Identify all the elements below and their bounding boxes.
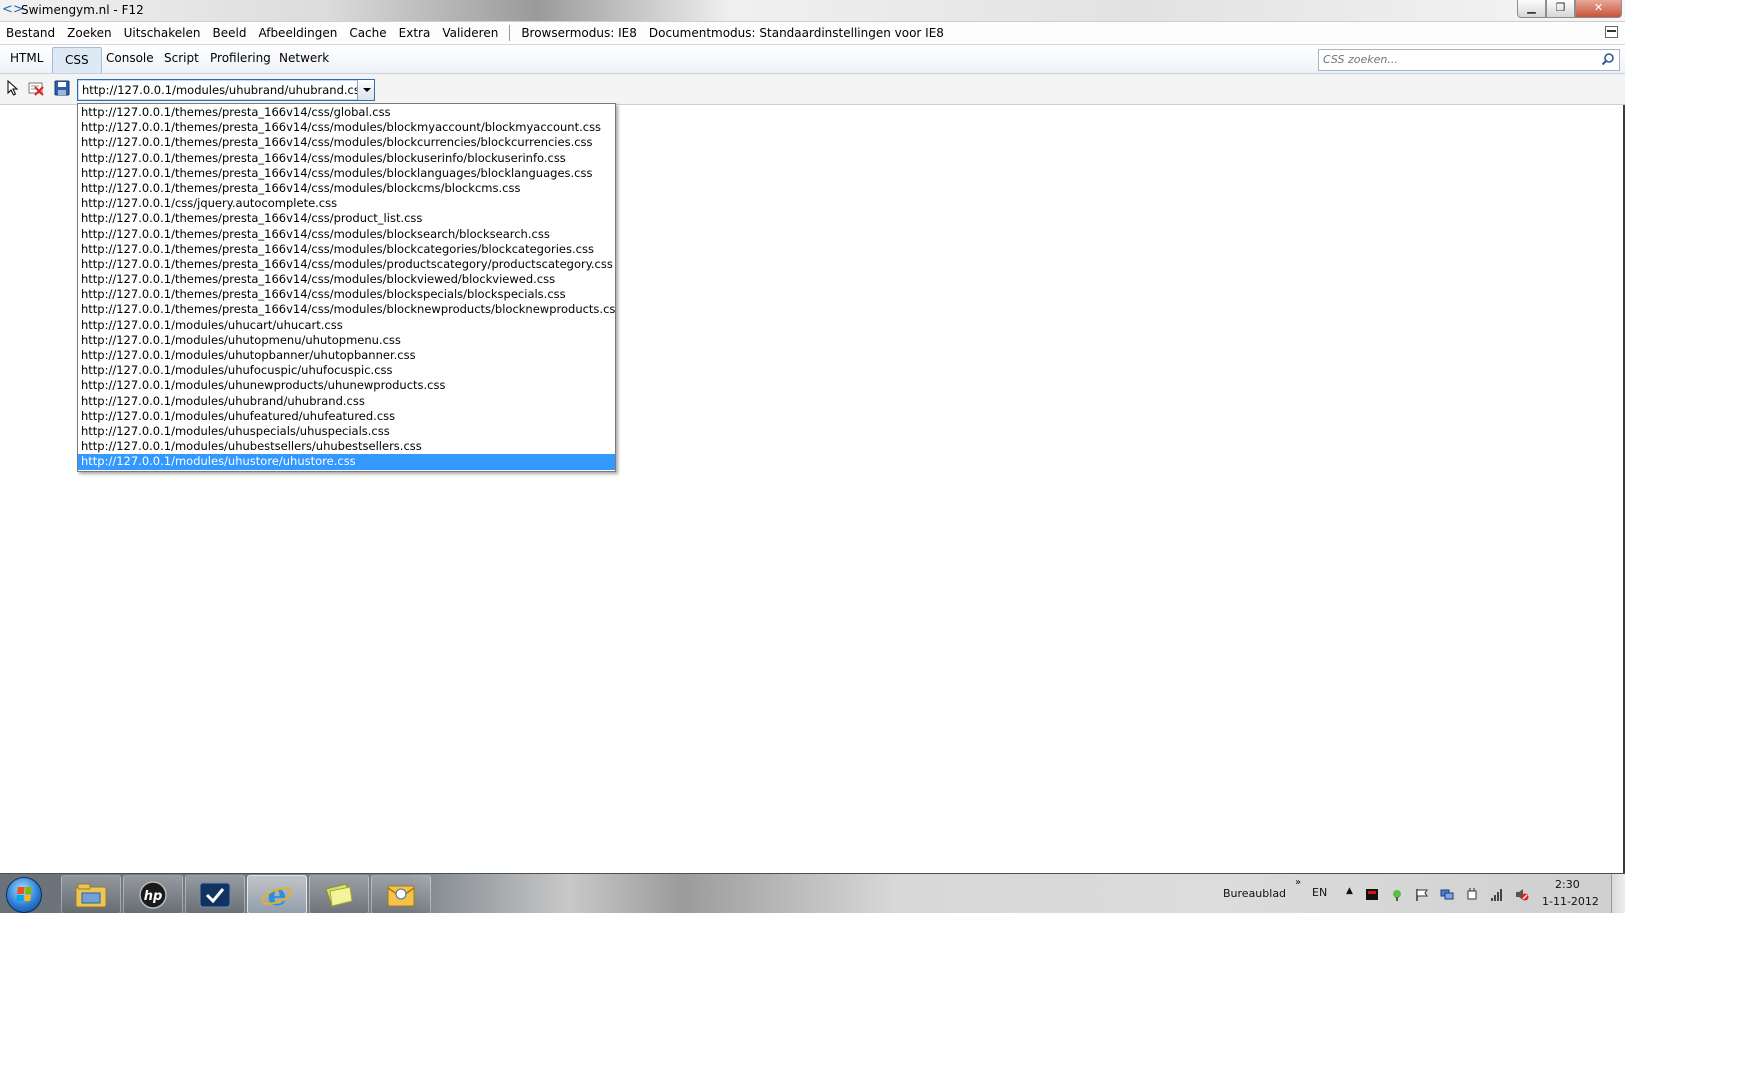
tab-bar: HTML CSS Console Script Profilering Netw… [0, 45, 1625, 74]
list-item[interactable]: http://127.0.0.1/themes/presta_166v14/cs… [78, 211, 615, 226]
menu-valideren[interactable]: Valideren [436, 26, 504, 40]
checkmark-icon [199, 882, 231, 907]
chevron-right-icon[interactable]: » [1295, 877, 1301, 888]
list-item[interactable]: http://127.0.0.1/themes/presta_166v14/cs… [78, 105, 615, 120]
taskbar: hp e Bureaublad » EN ▲ 2:30 1-11-2012 [0, 873, 1625, 913]
menu-afbeeldingen[interactable]: Afbeeldingen [252, 26, 343, 40]
list-item[interactable]: http://127.0.0.1/themes/presta_166v14/cs… [78, 166, 615, 181]
sticky-notes-icon [325, 882, 353, 907]
taskbar-task[interactable] [185, 875, 245, 913]
taskbar-outlook[interactable] [371, 875, 431, 913]
tab-profilering[interactable]: Profilering [210, 51, 271, 65]
list-item[interactable]: http://127.0.0.1/themes/presta_166v14/cs… [78, 120, 615, 135]
minimize-button[interactable]: ▁ [1517, 0, 1546, 18]
minimize-panel-icon[interactable] [1605, 26, 1618, 38]
close-button[interactable]: ✕ [1575, 0, 1622, 18]
desktop-toolbar-label[interactable]: Bureaublad [1223, 887, 1286, 900]
taskbar-explorer[interactable] [61, 875, 121, 913]
list-item[interactable]: http://127.0.0.1/themes/presta_166v14/cs… [78, 151, 615, 166]
save-icon[interactable] [54, 80, 70, 96]
clear-rules-icon[interactable] [28, 80, 44, 96]
power-plug-icon[interactable] [1465, 888, 1479, 901]
list-item[interactable]: http://127.0.0.1/modules/uhubrand/uhubra… [78, 394, 615, 409]
list-item[interactable]: http://127.0.0.1/modules/uhutopbanner/uh… [78, 348, 615, 363]
language-indicator[interactable]: EN [1312, 886, 1327, 899]
clock-date[interactable]: 1-11-2012 [1542, 895, 1599, 908]
stylesheet-dropdown-list: http://127.0.0.1/themes/presta_166v14/cs… [77, 103, 616, 472]
menu-zoeken[interactable]: Zoeken [61, 26, 117, 40]
list-item[interactable]: http://127.0.0.1/modules/uhucart/uhucart… [78, 318, 615, 333]
stylesheet-select-value: http://127.0.0.1/modules/uhubrand/uhubra… [82, 83, 366, 97]
tab-css[interactable]: CSS [52, 47, 102, 73]
list-item[interactable]: http://127.0.0.1/themes/presta_166v14/cs… [78, 227, 615, 242]
svg-text:e: e [267, 879, 286, 911]
tab-html[interactable]: HTML [10, 51, 43, 65]
tab-css-label: CSS [65, 53, 89, 67]
signal-strength-icon[interactable] [1490, 888, 1504, 901]
title-bar: <> Swimengym.nl - F12 ▁ ❐ ✕ [0, 0, 1625, 22]
stylesheet-select[interactable]: http://127.0.0.1/modules/uhubrand/uhubra… [77, 79, 375, 101]
list-item[interactable]: http://127.0.0.1/themes/presta_166v14/cs… [78, 302, 615, 317]
action-center-flag-icon[interactable] [1415, 888, 1429, 901]
list-item[interactable]: http://127.0.0.1/themes/presta_166v14/cs… [78, 181, 615, 196]
list-item[interactable]: http://127.0.0.1/css/jquery.autocomplete… [78, 196, 615, 211]
list-item[interactable]: http://127.0.0.1/modules/uhufeatured/uhu… [78, 409, 615, 424]
start-button[interactable] [6, 877, 42, 913]
list-item[interactable]: http://127.0.0.1/themes/presta_166v14/cs… [78, 257, 615, 272]
document-mode-menu[interactable]: Documentmodus: Standaardinstellingen voo… [643, 26, 950, 40]
list-item[interactable]: http://127.0.0.1/modules/uhufocuspic/uhu… [78, 363, 615, 378]
taskbar-internet-explorer[interactable]: e [247, 875, 307, 913]
list-item[interactable]: http://127.0.0.1/modules/uhubestsellers/… [78, 439, 615, 454]
restore-button[interactable]: ❐ [1546, 0, 1575, 18]
screen: <> Swimengym.nl - F12 ▁ ❐ ✕ Bestand Zoek… [0, 0, 1625, 913]
menu-cache[interactable]: Cache [343, 26, 392, 40]
css-toolbar: http://127.0.0.1/modules/uhubrand/uhubra… [0, 74, 1625, 105]
menu-bestand[interactable]: Bestand [0, 26, 61, 40]
menu-separator [509, 25, 511, 41]
css-search-box [1318, 49, 1620, 71]
menu-bar: Bestand Zoeken Uitschakelen Beeld Afbeel… [0, 22, 1625, 45]
tab-script[interactable]: Script [164, 51, 199, 65]
hp-logo-icon: hp [139, 880, 167, 909]
show-desktop-button[interactable] [1611, 874, 1625, 913]
clock-time[interactable]: 2:30 [1555, 878, 1580, 891]
svg-text:hp: hp [144, 889, 163, 904]
volume-muted-icon[interactable] [1515, 888, 1529, 901]
menu-beeld[interactable]: Beeld [206, 26, 252, 40]
browser-mode-menu[interactable]: Browsermodus: IE8 [515, 26, 643, 40]
tab-console[interactable]: Console [106, 51, 154, 65]
list-item[interactable]: http://127.0.0.1/themes/presta_166v14/cs… [78, 287, 615, 302]
menu-extra[interactable]: Extra [393, 26, 437, 40]
list-item[interactable]: http://127.0.0.1/themes/presta_166v14/cs… [78, 242, 615, 257]
internet-explorer-icon: e [261, 879, 293, 911]
chevron-down-icon[interactable] [357, 80, 374, 100]
taskbar-hp[interactable]: hp [123, 875, 183, 913]
window-title: Swimengym.nl - F12 [21, 3, 144, 17]
css-search-input[interactable] [1319, 50, 1593, 68]
search-icon[interactable] [1601, 52, 1615, 66]
select-element-icon[interactable] [5, 80, 21, 96]
show-hidden-icons-icon[interactable]: ▲ [1346, 886, 1353, 896]
folder-icon [75, 883, 107, 907]
tab-netwerk[interactable]: Netwerk [279, 51, 329, 65]
network-sharing-icon[interactable] [1390, 888, 1404, 901]
menu-uitschakelen[interactable]: Uitschakelen [118, 26, 207, 40]
list-item[interactable]: http://127.0.0.1/modules/uhuspecials/uhu… [78, 424, 615, 439]
mail-icon [387, 885, 415, 906]
display-icon[interactable] [1440, 888, 1454, 901]
list-item[interactable]: http://127.0.0.1/modules/uhutopmenu/uhut… [78, 333, 615, 348]
list-item[interactable]: http://127.0.0.1/themes/presta_166v14/cs… [78, 272, 615, 287]
list-item-selected[interactable]: http://127.0.0.1/modules/uhustore/uhusto… [78, 454, 615, 470]
list-item[interactable]: http://127.0.0.1/modules/uhunewproducts/… [78, 378, 615, 393]
taskbar-notes[interactable] [309, 875, 369, 913]
tray-app-icon[interactable] [1365, 888, 1379, 901]
window-controls: ▁ ❐ ✕ [1517, 0, 1622, 18]
list-item[interactable]: http://127.0.0.1/themes/presta_166v14/cs… [78, 135, 615, 150]
windows-logo-icon [16, 887, 32, 901]
